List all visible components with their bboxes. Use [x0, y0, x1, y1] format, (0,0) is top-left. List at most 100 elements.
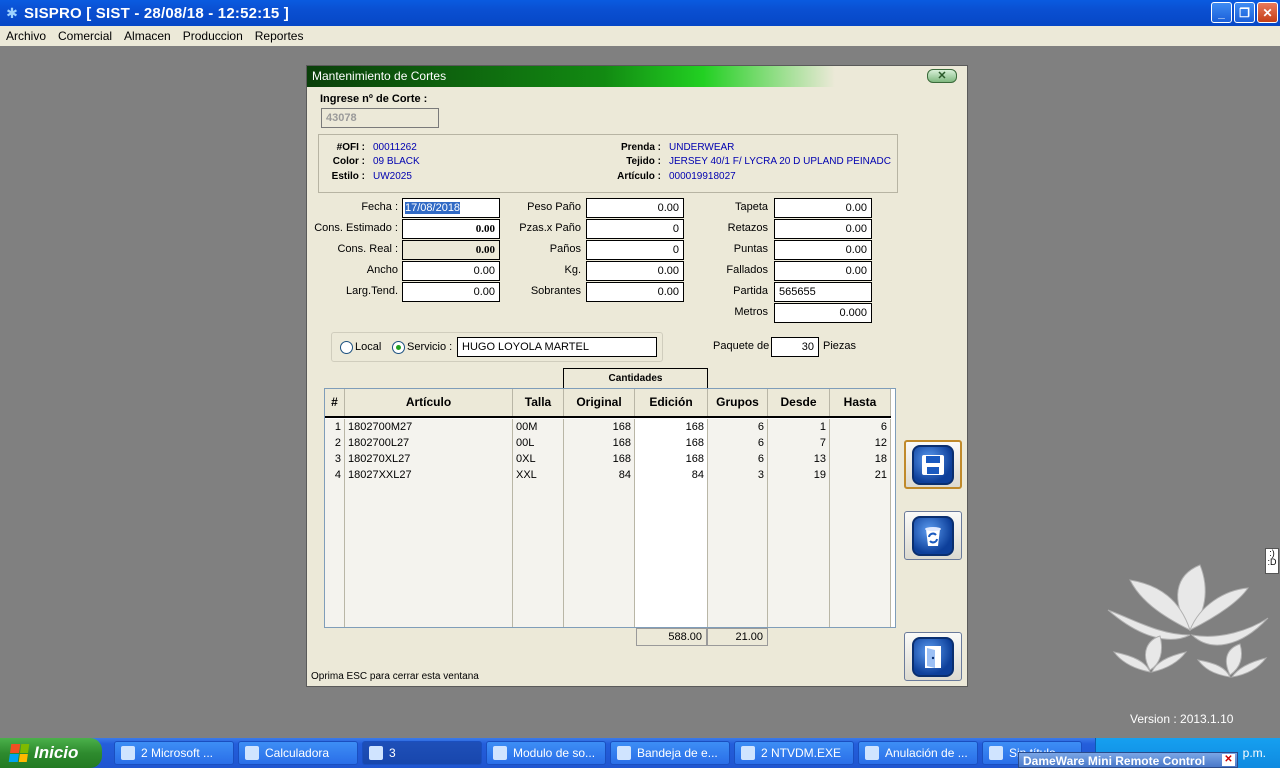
cell-hasta[interactable]: 12	[830, 435, 890, 451]
exit-button[interactable]	[904, 632, 962, 681]
cell-articulo[interactable]: 18027XXL27	[345, 467, 512, 483]
cell-grupos[interactable]: 3	[708, 467, 767, 483]
start-button[interactable]: Inicio	[0, 738, 102, 768]
menu-produccion[interactable]: Produccion	[183, 29, 243, 43]
window-controls: _ ❐ ✕	[1211, 2, 1278, 23]
cell-talla[interactable]: 00L	[513, 435, 563, 451]
peso-pano-input[interactable]: 0.00	[586, 198, 684, 218]
piezas-label: Piezas	[823, 340, 857, 352]
task-microsoft[interactable]: 2 Microsoft ...	[114, 741, 234, 765]
dialog-title: Mantenimiento de Cortes	[312, 69, 447, 83]
panos-input[interactable]: 0	[586, 240, 684, 260]
col-header-desde[interactable]: Desde	[768, 389, 830, 416]
dameware-close-icon[interactable]: ✕	[1222, 754, 1235, 766]
app-title-bar[interactable]: ✱ SISPRO [ SIST - 28/08/18 - 12:52:15 ] …	[0, 0, 1280, 26]
task-bandeja[interactable]: Bandeja de e...	[610, 741, 730, 765]
partida-input[interactable]: 565655	[774, 282, 872, 302]
menu-reportes[interactable]: Reportes	[255, 29, 304, 43]
cantidades-tab[interactable]: Cantidades	[563, 368, 708, 388]
col-header-edicion[interactable]: Edición	[635, 389, 708, 416]
cons-estimado-input[interactable]: 0.00	[402, 219, 500, 239]
cell-grupos[interactable]: 6	[708, 419, 767, 435]
tejido-value: JERSEY 40/1 F/ LYCRA 20 D UPLAND PEINADC	[669, 156, 891, 167]
cell-edicion[interactable]: 168	[635, 435, 707, 451]
cell-articulo[interactable]: 1802700L27	[345, 435, 512, 451]
cell-talla[interactable]: 0XL	[513, 451, 563, 467]
task-sispro[interactable]: 3	[362, 741, 482, 765]
minimize-button[interactable]: _	[1211, 2, 1232, 23]
prenda-label: Prenda :	[620, 142, 661, 153]
menu-archivo[interactable]: Archivo	[6, 29, 46, 43]
cell-original[interactable]: 168	[564, 451, 634, 467]
corte-input[interactable]: 43078	[321, 108, 439, 128]
cell-hasta[interactable]: 6	[830, 419, 890, 435]
col-header-original[interactable]: Original	[564, 389, 635, 416]
task-calculadora[interactable]: Calculadora	[238, 741, 358, 765]
cell-grupos[interactable]: 6	[708, 435, 767, 451]
task-ntvdm[interactable]: 2 NTVDM.EXE	[734, 741, 854, 765]
kg-input[interactable]: 0.00	[586, 261, 684, 281]
cell-edicion[interactable]: 168	[635, 451, 707, 467]
refresh-button[interactable]	[904, 511, 962, 560]
cell-num[interactable]: 3	[325, 451, 344, 467]
col-header-grupos[interactable]: Grupos	[708, 389, 768, 416]
cell-num[interactable]: 1	[325, 419, 344, 435]
menu-comercial[interactable]: Comercial	[58, 29, 112, 43]
menu-almacen[interactable]: Almacen	[124, 29, 171, 43]
col-header-articulo[interactable]: Artículo	[345, 389, 513, 416]
cell-articulo[interactable]: 180270XL27	[345, 451, 512, 467]
task-anulacion[interactable]: Anulación de ...	[858, 741, 978, 765]
clock[interactable]: p.m.	[1243, 746, 1266, 760]
larg-tend-input[interactable]: 0.00	[402, 282, 500, 302]
cell-desde[interactable]: 13	[768, 451, 829, 467]
save-button[interactable]	[904, 440, 962, 489]
cell-articulo[interactable]: 1802700M27	[345, 419, 512, 435]
cell-talla[interactable]: 00M	[513, 419, 563, 435]
task-modulo[interactable]: Modulo de so...	[486, 741, 606, 765]
cell-talla[interactable]: XXL	[513, 467, 563, 483]
cell-original[interactable]: 84	[564, 467, 634, 483]
pzas-pano-input[interactable]: 0	[586, 219, 684, 239]
dameware-bar[interactable]: DameWare Mini Remote Control ✕	[1018, 752, 1238, 768]
cantidades-grid[interactable]: # Artículo Talla Original Edición Grupos…	[324, 388, 896, 628]
restore-button[interactable]: ❐	[1234, 2, 1255, 23]
local-radio[interactable]	[340, 341, 353, 354]
servicio-input[interactable]: HUGO LOYOLA MARTEL	[457, 337, 657, 357]
puntas-input[interactable]: 0.00	[774, 240, 872, 260]
tapeta-input[interactable]: 0.00	[774, 198, 872, 218]
task-label: 2 Microsoft ...	[141, 746, 214, 760]
cell-desde[interactable]: 19	[768, 467, 829, 483]
cell-hasta[interactable]: 18	[830, 451, 890, 467]
paquete-input[interactable]: 30	[771, 337, 819, 357]
app-title: SISPRO [ SIST - 28/08/18 - 12:52:15 ]	[24, 4, 290, 22]
servicio-radio[interactable]	[392, 341, 405, 354]
retazos-input[interactable]: 0.00	[774, 219, 872, 239]
cell-hasta[interactable]: 21	[830, 467, 890, 483]
ancho-input[interactable]: 0.00	[402, 261, 500, 281]
cell-edicion[interactable]: 84	[635, 467, 707, 483]
metros-input[interactable]: 0.000	[774, 303, 872, 323]
fallados-input[interactable]: 0.00	[774, 261, 872, 281]
sobrantes-input[interactable]: 0.00	[586, 282, 684, 302]
cell-desde[interactable]: 7	[768, 435, 829, 451]
col-header-talla[interactable]: Talla	[513, 389, 564, 416]
cell-original[interactable]: 168	[564, 435, 634, 451]
cell-edicion[interactable]: 168	[635, 419, 707, 435]
sispro-app-icon: ✱	[6, 5, 18, 21]
dialog-close-icon[interactable]: ✕	[927, 69, 957, 83]
articulo-value: 000019918027	[669, 171, 736, 182]
close-button[interactable]: ✕	[1257, 2, 1278, 23]
cell-num[interactable]: 4	[325, 467, 344, 483]
col-header-num[interactable]: #	[325, 389, 345, 416]
cell-grupos[interactable]: 6	[708, 451, 767, 467]
fecha-input[interactable]: 17/08/2018	[402, 198, 500, 218]
cell-num[interactable]: 2	[325, 435, 344, 451]
task-label: Modulo de so...	[513, 746, 596, 760]
app-icon	[865, 746, 879, 760]
grid-header: # Artículo Talla Original Edición Grupos…	[325, 389, 891, 418]
dialog-title-bar[interactable]: Mantenimiento de Cortes ✕	[307, 66, 967, 87]
cell-desde[interactable]: 1	[768, 419, 829, 435]
cell-original[interactable]: 168	[564, 419, 634, 435]
col-header-hasta[interactable]: Hasta	[830, 389, 891, 416]
cons-real-input[interactable]: 0.00	[402, 240, 500, 260]
